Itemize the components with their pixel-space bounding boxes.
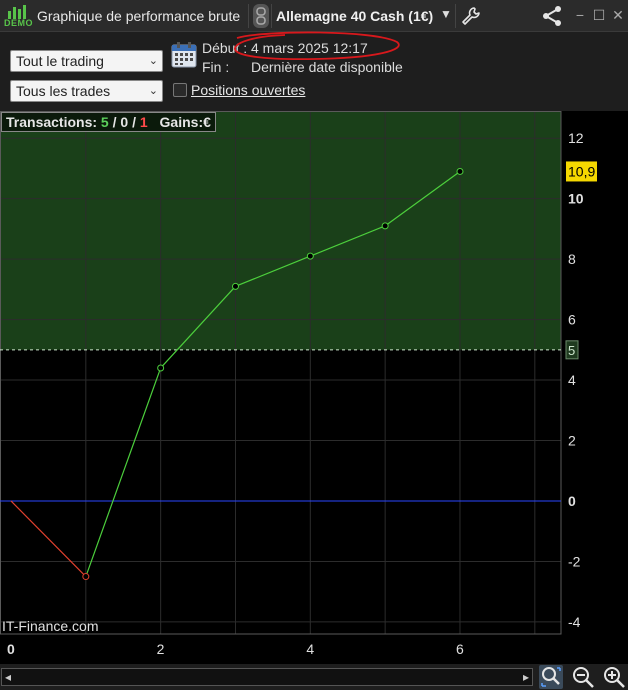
data-point[interactable]: [381, 222, 389, 230]
x-tick-label: 2: [157, 641, 165, 657]
chevron-down-icon: ⌄: [148, 85, 158, 97]
divider: [455, 4, 456, 28]
bottom-toolbar: ◂ ▸: [0, 664, 628, 690]
period-select-value: Tout le trading: [16, 53, 104, 69]
data-point[interactable]: [231, 282, 239, 290]
data-point[interactable]: [157, 364, 165, 372]
losing-trades-count: 1: [139, 114, 148, 130]
divider: [271, 4, 272, 28]
close-button[interactable]: ✕: [610, 6, 626, 24]
auto-zoom-icon[interactable]: [539, 665, 563, 689]
gain-zone: [0, 111, 561, 350]
y-tick-label: 2: [568, 433, 576, 449]
data-point[interactable]: [82, 573, 90, 581]
end-label: Fin :: [202, 59, 230, 75]
bars-icon: [8, 5, 26, 19]
y-tick-label: 12: [568, 130, 584, 146]
separator: /: [128, 114, 140, 130]
scroll-right-arrow[interactable]: ▸: [523, 669, 529, 685]
end-date-value[interactable]: Dernière date disponible: [251, 59, 403, 75]
chevron-down-icon: ⌄: [148, 55, 158, 67]
transactions-label: Transactions:: [6, 114, 98, 130]
y-tick-label: -2: [568, 553, 581, 569]
zoom-in-icon[interactable]: [602, 665, 626, 689]
minimize-button[interactable]: −: [572, 6, 588, 24]
winning-trades-count: 5: [100, 114, 109, 130]
zoom-out-icon[interactable]: [571, 665, 595, 689]
series-segment: [10, 500, 87, 577]
title-bar: DEMO Graphique de performance brute Alle…: [0, 0, 628, 32]
x-tick-label: 4: [306, 641, 314, 657]
scroll-left-arrow[interactable]: ◂: [5, 669, 11, 685]
gains-value: €: [203, 114, 211, 130]
separator: /: [108, 114, 121, 130]
period-select[interactable]: Tout le trading ⌄: [10, 50, 163, 72]
series-segment: [85, 367, 162, 577]
data-point[interactable]: [456, 167, 464, 175]
y-tick-label: 6: [568, 312, 576, 328]
start-date-value[interactable]: 4 mars 2025 12:17: [251, 40, 368, 56]
share-icon[interactable]: [540, 4, 564, 28]
calendar-icon[interactable]: [171, 42, 197, 68]
y-tick-label: 8: [568, 251, 576, 267]
y-tick-label: -4: [568, 614, 581, 630]
window-title: Graphique de performance brute: [37, 8, 241, 24]
chart-canvas: 12 10 8 6 4 2 0 -2 -4 0 2 4 6 10,9 5: [0, 111, 597, 657]
maximize-button[interactable]: ☐: [591, 6, 607, 24]
link-icon[interactable]: [253, 4, 269, 28]
y-tick-label: 4: [568, 372, 576, 388]
y-tick-label: 10: [568, 191, 584, 207]
demo-logo: DEMO: [4, 3, 33, 29]
start-label: Début :: [202, 40, 248, 56]
chevron-down-icon[interactable]: ▼: [440, 7, 452, 21]
threshold-label: 5: [568, 343, 575, 358]
demo-badge: DEMO: [4, 18, 33, 28]
instrument-selector[interactable]: Allemagne 40 Cash (1€): [276, 8, 433, 24]
transactions-summary: Transactions: 5 / 0 / 1 Gains:€: [1, 112, 216, 132]
performance-chart[interactable]: 12 10 8 6 4 2 0 -2 -4 0 2 4 6 10,9 5 Transactions: 5 /…: [0, 111, 628, 664]
horizontal-scrollbar[interactable]: ◂ ▸: [1, 668, 533, 686]
trades-select[interactable]: Tous les trades ⌄: [10, 80, 163, 102]
wrench-icon[interactable]: [460, 5, 482, 27]
x-tick-label: 0: [7, 641, 15, 657]
trades-select-value: Tous les trades: [16, 83, 111, 99]
last-value-label: 10,9: [568, 163, 595, 179]
gains-label: Gains:: [159, 114, 204, 130]
divider: [248, 4, 249, 28]
y-tick-label: 0: [568, 493, 576, 509]
open-positions-label[interactable]: Positions ouvertes: [191, 82, 305, 98]
watermark: IT-Finance.com: [2, 618, 99, 634]
open-positions-checkbox[interactable]: [173, 83, 187, 97]
data-point[interactable]: [306, 252, 314, 260]
x-tick-label: 6: [456, 641, 464, 657]
